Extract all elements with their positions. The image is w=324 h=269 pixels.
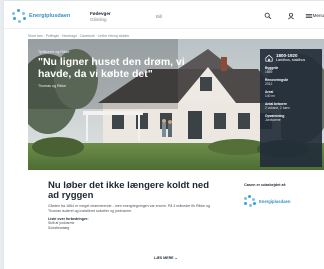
nav-primary-label: Fødevger: [90, 11, 111, 16]
fact-value: 2012: [265, 82, 273, 86]
article-lead: Gården fra 1864 er meget charmerende - m…: [48, 204, 211, 213]
logo-mark-icon: [12, 9, 26, 23]
list-item: Solcelleanlæg: [48, 225, 70, 230]
case-author-logo[interactable]: Energiplusdaen: [244, 195, 314, 207]
hero-quote-block: Tjeilkunne og Rikke "Nu ligner huset den…: [38, 50, 218, 88]
hero-author: Thomas og Rikke: [38, 84, 66, 88]
logo-text: Energiplusdaen: [29, 13, 71, 19]
case-author-logo-text: Energiplusdaen: [259, 198, 291, 204]
fact-value: Jordvarme: [265, 118, 281, 122]
read-more-button[interactable]: LÆS MERE ⌄: [154, 256, 178, 260]
fact-item: Byggeår 1869: [265, 66, 317, 74]
nav-secondary[interactable]: Bill: [156, 14, 162, 19]
house-facts-panel: 1800-1920 Landhus, staldhus Byggeår 1869…: [260, 49, 322, 167]
case-author-title: Casen er udarbejdet af:: [244, 183, 287, 187]
fact-item: Areal 140 m²: [265, 90, 317, 98]
site-header: Energiplusdaen Fødevger Glimling Bill Me…: [4, 1, 324, 29]
fact-item: Opvarmning Jordvarme: [265, 114, 317, 122]
fact-item: Antal beboere 2 voksne, 2 børn: [265, 102, 317, 110]
logo-mark-icon: [244, 195, 256, 207]
facts-subtitle: Landhus, staldhus: [276, 58, 306, 62]
breadcrumb[interactable]: Store fam · Poffmgle · Hembagd · Caseboe…: [28, 34, 129, 38]
menu-label[interactable]: Menu: [313, 13, 324, 18]
article: Nu løber det ikke længere koldt ned ad r…: [48, 181, 216, 230]
user-icon[interactable]: [287, 12, 295, 20]
fact-value: 1869: [265, 70, 273, 74]
hero-category: Tjeilkunne og Rikke: [38, 50, 70, 54]
house-icon: [265, 54, 273, 62]
fact-value: 140 m²: [265, 94, 276, 98]
search-icon[interactable]: [264, 12, 272, 20]
facts-header: 1800-1920 Landhus, staldhus: [265, 53, 317, 62]
hero-quote: "Nu ligner huset den drøm, vi havde, da …: [38, 56, 185, 80]
nav-primary-sub: Glimling: [90, 16, 107, 22]
article-heading: Nu løber det ikke længere koldt ned ad r…: [48, 180, 210, 201]
site-logo[interactable]: Energiplusdaen: [12, 9, 70, 23]
fact-item: Renoveringsår 2012: [265, 78, 317, 86]
fact-value: 2 voksne, 2 børn: [265, 106, 290, 110]
hero: Tjeilkunne og Rikke "Nu ligner huset den…: [28, 39, 324, 170]
nav-primary[interactable]: Fødevger Glimling: [90, 11, 111, 22]
case-author-box: Casen er udarbejdet af: Energiplusdaen: [244, 183, 314, 207]
page: Energiplusdaen Fødevger Glimling Bill Me…: [4, 1, 324, 269]
